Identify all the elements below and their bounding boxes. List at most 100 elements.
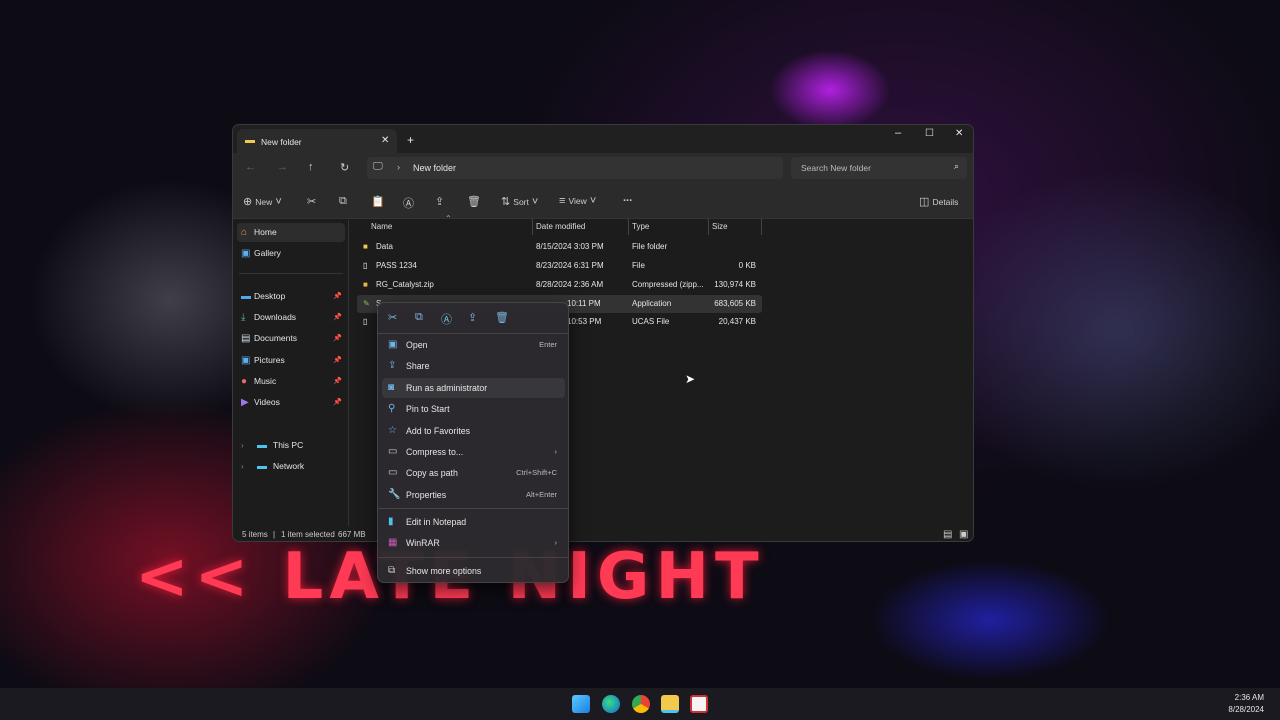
sidebar-item-documents[interactable]: ▤ Documents 📌	[237, 329, 345, 348]
back-icon[interactable]: ←	[245, 161, 256, 173]
new-button[interactable]: ⊕ New ˅	[243, 195, 282, 208]
application-icon: ✎	[363, 299, 370, 308]
copy-icon[interactable]: ⧉	[415, 311, 423, 324]
column-divider[interactable]	[761, 219, 762, 235]
maximize-button[interactable]: ☐	[925, 128, 934, 139]
sidebar-item-network[interactable]: › ▬ Network	[237, 457, 345, 476]
paste-icon[interactable]: 📋	[371, 195, 385, 208]
videos-icon: ▶	[241, 397, 249, 408]
breadcrumb-new-folder[interactable]: New folder	[413, 163, 456, 173]
search-input[interactable]: Search New folder ⌕	[791, 157, 967, 179]
sidebar-item-music[interactable]: ● Music 📌	[237, 372, 345, 391]
rename-icon[interactable]: Ⓐ	[441, 311, 452, 327]
more-options-button[interactable]: ...	[623, 192, 632, 204]
gallery-icon: ▣	[241, 248, 251, 259]
sidebar-item-this-pc[interactable]: › ▬ This PC	[237, 436, 345, 455]
notepad-icon: ▮	[388, 516, 394, 527]
pin-icon: 📌	[333, 335, 342, 342]
clock-time[interactable]: 2:36 AM	[1235, 693, 1264, 702]
computer-icon: ▬	[257, 440, 267, 451]
expand-chevron-icon[interactable]: ›	[241, 457, 244, 476]
cut-icon[interactable]: ✂	[307, 195, 316, 208]
expand-chevron-icon[interactable]: ›	[241, 436, 244, 455]
file-icon: ▯	[363, 261, 368, 270]
file-date: 8/23/2024 6:31 PM	[536, 261, 604, 270]
column-divider[interactable]	[532, 219, 533, 235]
file-size: 130,974 KB	[714, 280, 756, 289]
delete-icon[interactable]: 🗑	[495, 311, 509, 324]
copy-icon[interactable]: ⧉	[339, 195, 347, 208]
view-button[interactable]: ≡ View ˅	[559, 195, 596, 207]
close-tab-icon[interactable]: ✕	[381, 135, 389, 146]
file-row[interactable]: ▯ PASS 1234 8/23/2024 6:31 PM File 0 KB	[357, 257, 762, 275]
column-header-date[interactable]: Date modified	[536, 222, 585, 231]
cut-icon[interactable]: ✂	[388, 311, 397, 324]
details-button[interactable]: ◫ Details	[919, 195, 958, 208]
sort-button[interactable]: ⇅ Sort ˅	[501, 195, 538, 208]
share-icon[interactable]: ⇪	[468, 311, 477, 324]
tiles-view-icon[interactable]: ▣	[959, 527, 968, 541]
chrome-icon[interactable]	[632, 695, 650, 713]
menu-item-share[interactable]: ⇪ Share	[382, 356, 565, 376]
new-tab-button[interactable]: +	[407, 133, 414, 147]
menu-item-winrar[interactable]: ▦ WinRAR ›	[382, 533, 565, 553]
menu-item-compress-to[interactable]: ▭ Compress to... ›	[382, 442, 565, 462]
clock-date[interactable]: 8/28/2024	[1228, 705, 1264, 714]
delete-icon[interactable]: 🗑	[467, 195, 481, 208]
address-input[interactable]: 🖵 › New folder	[367, 157, 783, 179]
file-explorer-window: ▬ New folder ✕ + – ☐ ✕ ← → ↑ ↻ 🖵 › New f…	[232, 124, 974, 542]
sidebar-item-pictures[interactable]: ▣ Pictures 📌	[237, 351, 345, 370]
menu-item-open[interactable]: ▣ Open Enter	[382, 335, 565, 355]
sidebar-label: Gallery	[254, 248, 281, 258]
winrar-icon: ▦	[388, 537, 398, 548]
edge-icon[interactable]	[602, 695, 620, 713]
minimize-button[interactable]: –	[895, 127, 901, 139]
menu-label: Copy as path	[406, 468, 458, 478]
share-icon[interactable]: ⇪	[435, 195, 444, 208]
selection-size: 667 MB	[338, 530, 366, 539]
column-header-size[interactable]: Size	[712, 222, 728, 231]
sidebar-item-home[interactable]: ⌂ Home	[237, 223, 345, 242]
menu-item-show-more-options[interactable]: ⧉ Show more options	[382, 561, 565, 581]
divider: |	[273, 530, 276, 539]
forward-icon[interactable]: →	[277, 161, 288, 173]
file-name: RG_Catalyst.zip	[376, 280, 434, 289]
close-window-button[interactable]: ✕	[955, 128, 963, 139]
sidebar-label: Pictures	[254, 355, 285, 365]
tab-new-folder[interactable]: ▬ New folder ✕	[237, 129, 397, 155]
sidebar-item-videos[interactable]: ▶ Videos 📌	[237, 393, 345, 412]
sort-label: Sort	[513, 197, 529, 207]
details-view-icon[interactable]: ▤	[943, 527, 952, 541]
sidebar-label: Music	[254, 376, 277, 386]
sidebar-label: Desktop	[254, 291, 286, 301]
command-bar: ⊕ New ˅ ✂ ⧉ 📋 Ⓐ ⇪ 🗑 ⇅ Sort ˅ ≡ View ˅ ..…	[233, 185, 973, 219]
item-count: 5 items	[242, 530, 268, 539]
folder-icon: ■	[363, 242, 368, 251]
sidebar-item-downloads[interactable]: ⤓ Downloads 📌	[237, 308, 345, 327]
menu-item-pin-to-start[interactable]: ⚲ Pin to Start	[382, 399, 565, 419]
column-header-type[interactable]: Type	[632, 222, 649, 231]
rename-icon[interactable]: Ⓐ	[403, 195, 414, 211]
pin-icon: 📌	[333, 357, 342, 364]
menu-item-edit-in-notepad[interactable]: ▮ Edit in Notepad	[382, 512, 565, 532]
column-divider[interactable]	[708, 219, 709, 235]
app-icon[interactable]	[690, 695, 708, 713]
column-divider[interactable]	[628, 219, 629, 235]
mouse-cursor: ➤	[685, 372, 696, 386]
menu-item-add-to-favorites[interactable]: ☆ Add to Favorites	[382, 421, 565, 441]
file-explorer-icon[interactable]	[661, 695, 679, 713]
more-options-icon: ⧉	[388, 565, 396, 576]
menu-item-copy-as-path[interactable]: ▭ Copy as path Ctrl+Shift+C	[382, 463, 565, 483]
music-icon: ●	[241, 376, 248, 387]
menu-item-run-as-administrator[interactable]: ◙ Run as administrator	[382, 378, 565, 398]
menu-item-properties[interactable]: 🔧 Properties Alt+Enter	[382, 485, 565, 505]
new-label: New	[255, 197, 273, 207]
sidebar-item-desktop[interactable]: ▬ Desktop 📌	[237, 287, 345, 306]
start-button[interactable]	[572, 695, 590, 713]
refresh-icon[interactable]: ↻	[340, 161, 349, 174]
column-header-name[interactable]: Name	[371, 222, 392, 231]
file-row[interactable]: ■ Data 8/15/2024 3:03 PM File folder	[357, 238, 762, 256]
file-row[interactable]: ■ RG_Catalyst.zip 8/28/2024 2:36 AM Compres…	[357, 276, 762, 294]
sidebar-item-gallery[interactable]: ▣ Gallery	[237, 244, 345, 263]
up-icon[interactable]: ↑	[308, 161, 314, 173]
